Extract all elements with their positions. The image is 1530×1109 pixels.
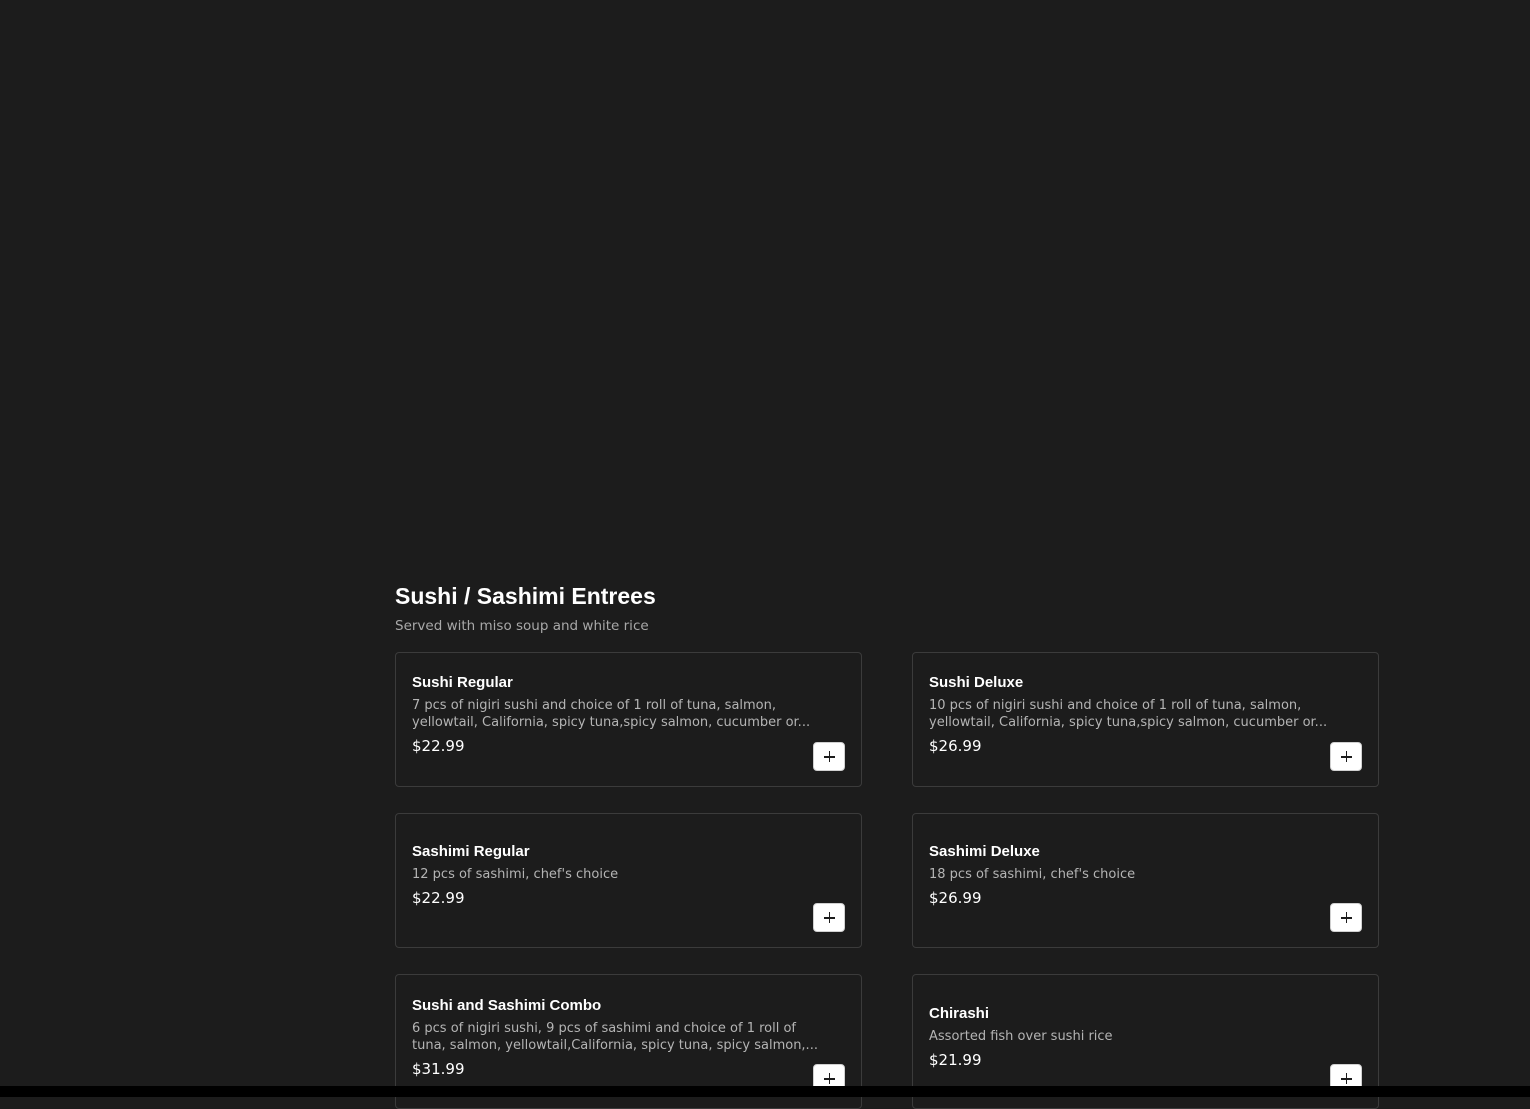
item-name: Sashimi Regular (412, 843, 530, 860)
menu-item-card[interactable]: Sashimi Deluxe 18 pcs of sashimi, chef's… (912, 813, 1379, 948)
item-description: Assorted fish over sushi rice (929, 1029, 1113, 1044)
item-description: 12 pcs of sashimi, chef's choice (412, 867, 619, 882)
item-description: 18 pcs of sashimi, chef's choice (929, 867, 1136, 882)
menu-item-card[interactable]: Sashimi Regular 12 pcs of sashimi, chef'… (395, 813, 862, 948)
item-description: 7 pcs of nigiri sushi and choice of 1 ro… (412, 698, 811, 730)
plus-icon (823, 912, 835, 923)
item-name: Sushi Regular (412, 674, 513, 691)
item-price: $22.99 (412, 737, 465, 755)
item-price: $31.99 (412, 1060, 465, 1078)
item-description: 10 pcs of nigiri sushi and choice of 1 r… (929, 698, 1328, 730)
item-price: $22.99 (412, 889, 465, 907)
plus-icon (823, 751, 835, 762)
item-name: Chirashi (929, 1005, 990, 1022)
item-price: $26.99 (929, 737, 982, 755)
add-item-button[interactable] (1330, 903, 1362, 932)
menu-section: Sushi / Sashimi Entrees Served with miso… (395, 580, 1381, 636)
plus-icon (1340, 751, 1352, 762)
plus-icon (823, 1073, 835, 1084)
menu-item-card[interactable]: Sushi Regular 7 pcs of nigiri sushi and … (395, 652, 862, 787)
item-price: $26.99 (929, 889, 982, 907)
plus-icon (1340, 1073, 1352, 1084)
section-subtitle: Served with miso soup and white rice (395, 618, 649, 634)
add-item-button[interactable] (813, 742, 845, 771)
item-name: Sushi Deluxe (929, 674, 1024, 691)
item-name: Sashimi Deluxe (929, 843, 1040, 860)
item-description: 6 pcs of nigiri sushi, 9 pcs of sashimi … (412, 1021, 818, 1053)
bottom-bar (0, 1086, 1530, 1097)
plus-icon (1340, 912, 1352, 923)
menu-item-card[interactable]: Sushi Deluxe 10 pcs of nigiri sushi and … (912, 652, 1379, 787)
item-price: $21.99 (929, 1051, 982, 1069)
item-name: Sushi and Sashimi Combo (412, 997, 602, 1014)
section-title: Sushi / Sashimi Entrees (395, 583, 656, 609)
add-item-button[interactable] (813, 903, 845, 932)
add-item-button[interactable] (1330, 742, 1362, 771)
